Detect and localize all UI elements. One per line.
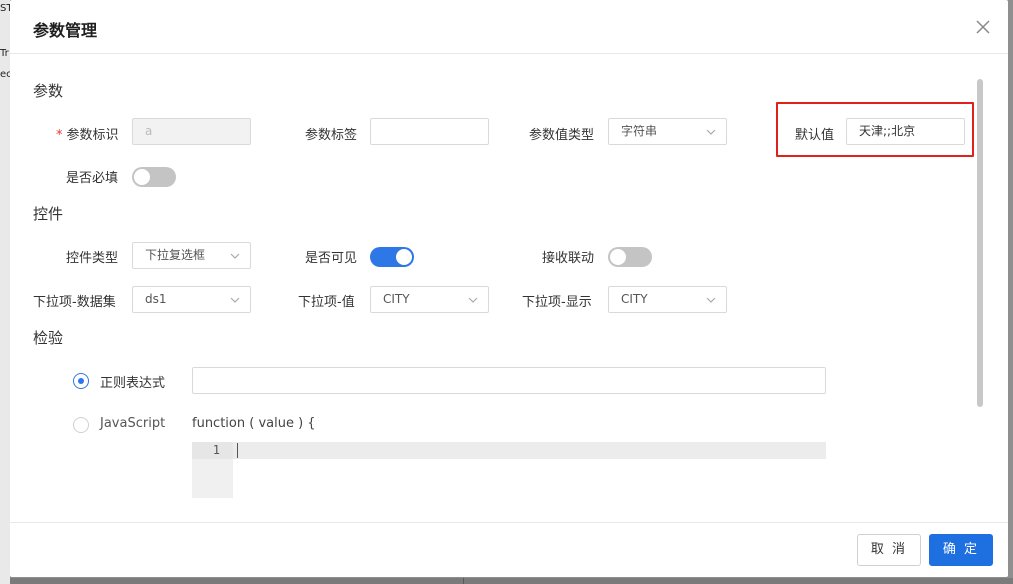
- display-field-label: 下拉项-显示: [522, 295, 592, 310]
- background-edge: ST Tr ec: [0, 0, 12, 584]
- param-value-type-select[interactable]: 字符串: [608, 118, 727, 145]
- dialog-footer: 取 消 确 定: [10, 522, 1008, 577]
- toggle-knob: [396, 249, 412, 265]
- dialog-header: 参数管理: [10, 0, 1008, 54]
- section-validation-title: 检验: [33, 329, 64, 347]
- select-value: CITY: [383, 292, 410, 306]
- chevron-down-icon: [230, 243, 240, 268]
- required-toggle[interactable]: [132, 167, 176, 187]
- param-value-type-label: 参数值类型: [529, 128, 595, 143]
- section-controls-title: 控件: [33, 205, 64, 223]
- close-icon[interactable]: [972, 16, 994, 38]
- javascript-radio[interactable]: [73, 417, 89, 433]
- chevron-down-icon: [706, 119, 716, 144]
- param-id-label-text: 参数标识: [66, 128, 119, 143]
- display-field-select[interactable]: CITY: [608, 286, 727, 313]
- toggle-knob: [134, 169, 150, 185]
- line-number: 1: [212, 443, 220, 457]
- javascript-radio-label: JavaScript: [100, 416, 166, 431]
- dataset-select[interactable]: ds1: [132, 286, 251, 313]
- select-value: 下拉复选框: [145, 248, 206, 262]
- param-tag-label: 参数标签: [305, 128, 358, 143]
- dataset-label: 下拉项-数据集: [33, 295, 116, 310]
- confirm-button[interactable]: 确 定: [929, 534, 993, 566]
- control-type-label: 控件类型: [66, 251, 119, 266]
- control-type-select[interactable]: 下拉复选框: [132, 242, 251, 269]
- code-editor[interactable]: 1: [192, 442, 826, 498]
- background-bottom: [10, 578, 1013, 584]
- cancel-button[interactable]: 取 消: [857, 534, 921, 566]
- function-signature: function ( value ) {: [192, 416, 316, 431]
- linkage-toggle[interactable]: [608, 247, 652, 267]
- param-tag-input[interactable]: [370, 118, 489, 145]
- param-id-label: * 参数标识: [56, 124, 119, 143]
- select-value: ds1: [145, 292, 167, 306]
- chevron-down-icon: [706, 287, 716, 312]
- chevron-down-icon: [230, 287, 240, 312]
- select-value: 字符串: [621, 124, 658, 138]
- default-value-input[interactable]: 天津;;北京: [846, 118, 965, 145]
- visible-label: 是否可见: [305, 251, 358, 266]
- default-value-label: 默认值: [795, 128, 835, 143]
- value-field-select[interactable]: CITY: [370, 286, 489, 313]
- active-line: [233, 442, 826, 459]
- text-cursor: [237, 443, 238, 458]
- regex-radio-label: 正则表达式: [100, 376, 166, 391]
- divider: [463, 578, 464, 584]
- dialog-title: 参数管理: [33, 21, 98, 40]
- param-management-dialog: 参数管理 参数 * 参数标识 a 参数标签 参数值类型 字符串 默认值 天津;;北…: [10, 0, 1008, 577]
- required-mark: *: [56, 128, 63, 143]
- background-text: Tr: [0, 48, 9, 59]
- linkage-label: 接收联动: [542, 251, 595, 266]
- select-value: CITY: [621, 292, 648, 306]
- value-field-label: 下拉项-值: [298, 295, 355, 310]
- chevron-down-icon: [468, 287, 478, 312]
- regex-input[interactable]: [192, 367, 826, 394]
- section-params-title: 参数: [33, 82, 64, 100]
- visible-toggle[interactable]: [370, 247, 414, 267]
- regex-radio[interactable]: [73, 373, 89, 389]
- required-label: 是否必填: [66, 171, 119, 186]
- param-id-input[interactable]: a: [132, 118, 251, 145]
- dialog-scrollbar[interactable]: [977, 79, 983, 407]
- toggle-knob: [610, 249, 626, 265]
